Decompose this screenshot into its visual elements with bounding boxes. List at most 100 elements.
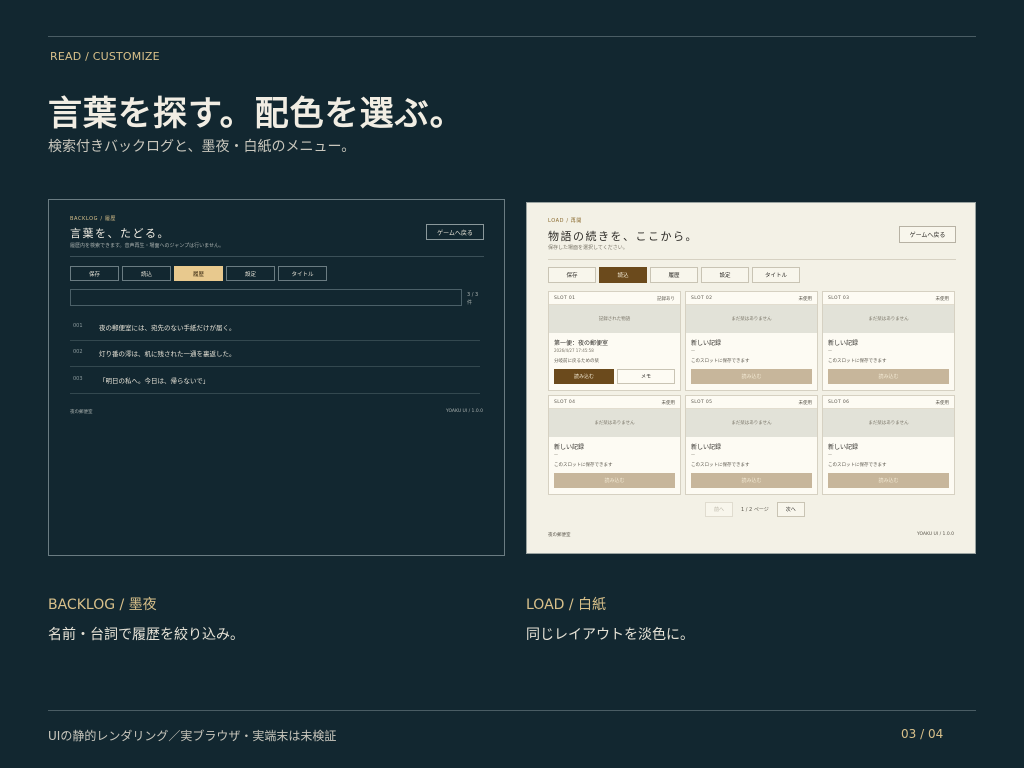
backlog-footer-version: YOAKU UI / 1.0.0 — [445, 409, 483, 414]
slot-status: 記録あり — [657, 297, 675, 302]
tab-load[interactable]: 読込 — [599, 267, 647, 283]
slot-status: 未使用 — [661, 401, 676, 406]
slot-name: 新しい記録 — [691, 340, 722, 347]
top-rule — [48, 36, 976, 37]
backlog-screen-mock: BACKLOG / 履歴 言葉を、たどる。 履歴内を検索できます。音声再生・場面… — [48, 199, 505, 556]
backlog-row-number: 001 — [73, 323, 83, 329]
slot-date: — — [554, 452, 558, 457]
tab-settings[interactable]: 設定 — [226, 266, 275, 281]
backlog-row[interactable]: 002 灯り番の澪は、机に残された一通を裏返した。 — [70, 341, 480, 367]
load-title: 物語の続きを、ここから。 — [548, 230, 698, 243]
tab-save[interactable]: 保存 — [548, 267, 596, 283]
slot-thumbnail: まだ栞はありません — [823, 409, 954, 437]
backlog-eyebrow: BACKLOG / 履歴 — [70, 216, 117, 222]
slot-note: このスロットに保存できます — [691, 359, 750, 364]
backlog-row-text: 「明日の私へ。今日は、帰らないで」 — [99, 377, 210, 385]
page-indicator: 1 / 2 ページ — [741, 507, 769, 513]
load-button[interactable]: 読み込む — [691, 473, 812, 488]
load-button[interactable]: 読み込む — [828, 369, 949, 384]
backlog-divider — [70, 256, 484, 257]
backlog-description: 履歴内を検索できます。音声再生・場面へのジャンプは行いません。 — [70, 243, 224, 249]
caption-right-description: 同じレイアウトを淡色に。 — [526, 627, 694, 643]
load-back-to-game-button[interactable]: ゲームへ戻る — [899, 226, 956, 243]
backlog-row[interactable]: 003 「明日の私へ。今日は、帰らないで」 — [70, 368, 480, 394]
save-slot[interactable]: SLOT 05 未使用 まだ栞はありません 新しい記録 — このスロットに保存で… — [685, 395, 818, 495]
slot-status: 未使用 — [798, 401, 813, 406]
next-page-button[interactable]: 次へ — [776, 502, 805, 517]
tab-settings[interactable]: 設定 — [701, 267, 749, 283]
slot-status: 未使用 — [935, 401, 950, 406]
slot-id: SLOT 02 — [691, 296, 713, 301]
slot-note: このスロットに保存できます — [828, 463, 887, 468]
backlog-tab-bar: 保存 読込 履歴 設定 タイトル — [70, 266, 327, 281]
slot-id: SLOT 04 — [554, 400, 576, 405]
memo-button[interactable]: メモ — [617, 369, 675, 384]
slot-date: 2026/4/27 17:45:58 — [554, 348, 594, 353]
backlog-search-input[interactable] — [70, 289, 462, 306]
slot-thumbnail: まだ栞はありません — [549, 409, 680, 437]
load-divider — [548, 259, 956, 260]
slot-date: — — [691, 348, 695, 353]
bottom-rule — [48, 710, 976, 711]
footer-note: UIの静的レンダリング／実ブラウザ・実端末は未検証 — [48, 729, 337, 743]
save-slot[interactable]: SLOT 01 記録あり 記録された物語 第一便：夜の郵便室 2026/4/27… — [548, 291, 681, 391]
backlog-title: 言葉を、たどる。 — [70, 227, 170, 240]
prev-page-button[interactable]: 前へ — [705, 502, 733, 517]
slot-thumbnail: まだ栞はありません — [686, 305, 817, 333]
page-number: 03 / 04 — [901, 727, 944, 741]
backlog-row[interactable]: 001 夜の郵便室には、宛先のない手紙だけが届く。 — [70, 315, 480, 341]
slot-name: 新しい記録 — [828, 444, 859, 451]
backlog-row-number: 002 — [73, 349, 83, 355]
tab-save[interactable]: 保存 — [70, 266, 119, 281]
save-slot[interactable]: SLOT 02 未使用 まだ栞はありません 新しい記録 — このスロットに保存で… — [685, 291, 818, 391]
backlog-row-number: 003 — [73, 376, 83, 382]
save-slot-grid: SLOT 01 記録あり 記録された物語 第一便：夜の郵便室 2026/4/27… — [548, 291, 956, 495]
save-slot[interactable]: SLOT 04 未使用 まだ栞はありません 新しい記録 — このスロットに保存で… — [548, 395, 681, 495]
load-button[interactable]: 読み込む — [828, 473, 949, 488]
backlog-result-count: 3 / 3 件 — [467, 292, 479, 306]
backlog-row-text: 灯り番の澪は、机に残された一通を裏返した。 — [99, 350, 236, 358]
page-title: 言葉を探す。配色を選ぶ。 — [48, 94, 465, 134]
backlog-back-to-game-button[interactable]: ゲームへ戻る — [426, 224, 484, 240]
load-button[interactable]: 読み込む — [554, 473, 675, 488]
slot-id: SLOT 06 — [828, 400, 850, 405]
slot-note: このスロットに保存できます — [828, 359, 887, 364]
slot-note: このスロットに保存できます — [554, 463, 613, 468]
slot-name: 第一便：夜の郵便室 — [554, 340, 609, 347]
pagination: 前へ 1 / 2 ページ 次へ — [705, 502, 805, 517]
slot-id: SLOT 03 — [828, 296, 850, 301]
slot-name: 新しい記録 — [828, 340, 859, 347]
slot-date: — — [828, 452, 832, 457]
slot-note: 分岐前に戻るための栞 — [554, 359, 599, 364]
load-screen-mock: LOAD / 再開 物語の続きを、ここから。 保存した場面を選択してください。 … — [526, 202, 976, 554]
eyebrow: READ / CUSTOMIZE — [50, 50, 160, 63]
tab-title[interactable]: タイトル — [278, 266, 327, 281]
load-eyebrow: LOAD / 再開 — [548, 218, 582, 224]
load-description: 保存した場面を選択してください。 — [548, 245, 628, 251]
slot-date: — — [828, 348, 832, 353]
tab-backlog[interactable]: 履歴 — [174, 266, 223, 281]
tab-load[interactable]: 読込 — [122, 266, 171, 281]
backlog-footer-game-name: 夜の郵便室 — [70, 410, 93, 415]
slot-thumbnail: まだ栞はありません — [823, 305, 954, 333]
slot-name: 新しい記録 — [554, 444, 585, 451]
slot-name: 新しい記録 — [691, 444, 722, 451]
tab-title[interactable]: タイトル — [752, 267, 800, 283]
slot-thumbnail: まだ栞はありません — [686, 409, 817, 437]
slot-status: 未使用 — [798, 297, 813, 302]
slot-id: SLOT 05 — [691, 400, 713, 405]
page-subtitle: 検索付きバックログと、墨夜・白紙のメニュー。 — [48, 139, 356, 155]
backlog-row-text: 夜の郵便室には、宛先のない手紙だけが届く。 — [99, 324, 236, 332]
slot-id: SLOT 01 — [554, 296, 576, 301]
tab-backlog[interactable]: 履歴 — [650, 267, 698, 283]
caption-right-title: LOAD / 白紙 — [526, 597, 607, 613]
slot-date: — — [691, 452, 695, 457]
save-slot[interactable]: SLOT 06 未使用 まだ栞はありません 新しい記録 — このスロットに保存で… — [822, 395, 955, 495]
load-footer-game-name: 夜の郵便室 — [548, 533, 571, 538]
slot-note: このスロットに保存できます — [691, 463, 750, 468]
caption-left-title: BACKLOG / 墨夜 — [48, 597, 157, 613]
save-slot[interactable]: SLOT 03 未使用 まだ栞はありません 新しい記録 — このスロットに保存で… — [822, 291, 955, 391]
slot-status: 未使用 — [935, 297, 950, 302]
load-button[interactable]: 読み込む — [554, 369, 614, 384]
load-button[interactable]: 読み込む — [691, 369, 812, 384]
